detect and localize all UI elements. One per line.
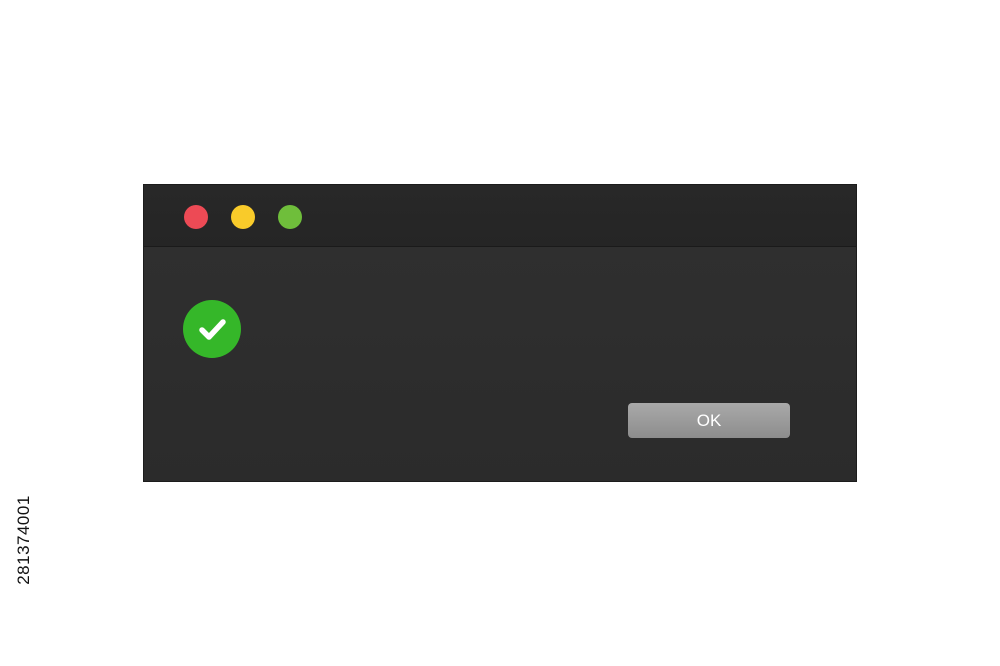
check-circle-icon <box>183 300 241 358</box>
close-window-button[interactable] <box>184 205 208 229</box>
dialog-content <box>144 247 856 481</box>
stock-id-label: 281374001 <box>12 435 36 645</box>
stock-id-text: 281374001 <box>14 495 33 585</box>
canvas: OK 281374001 <box>0 0 1000 666</box>
ok-button[interactable]: OK <box>628 403 790 438</box>
zoom-window-button[interactable] <box>278 205 302 229</box>
checkmark-icon <box>199 319 226 340</box>
title-bar <box>144 185 856 247</box>
dialog-window: OK <box>144 185 856 481</box>
minimize-window-button[interactable] <box>231 205 255 229</box>
